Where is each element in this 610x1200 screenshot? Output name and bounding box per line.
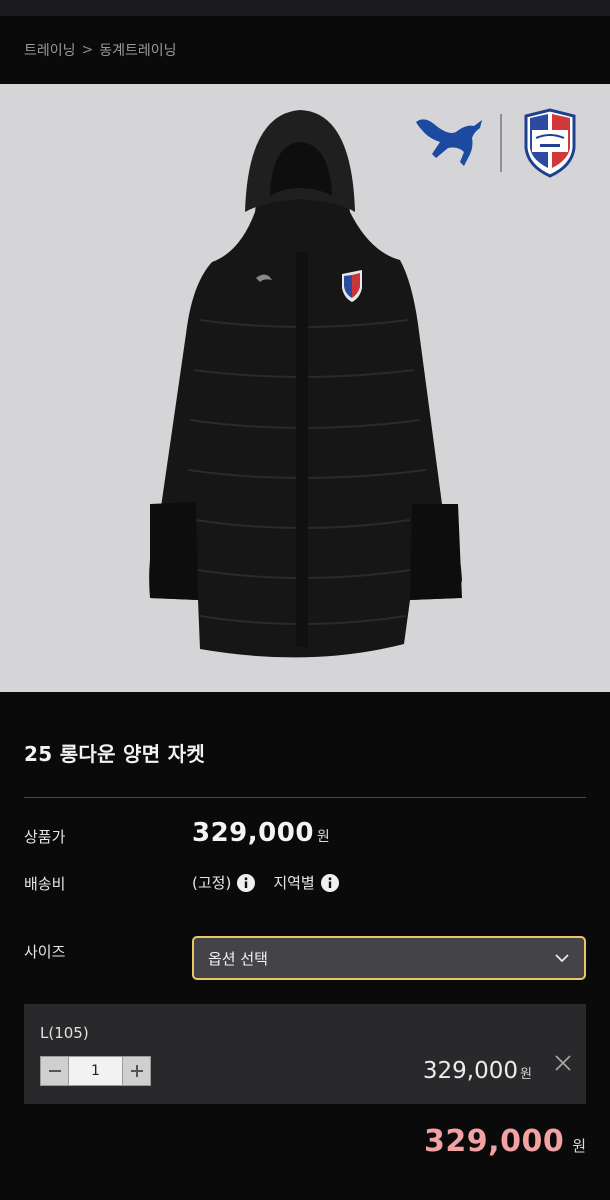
price-value: 329,000 [192, 818, 314, 848]
title-divider [24, 797, 586, 798]
size-select[interactable]: 옵션 선택 [192, 936, 586, 980]
minus-icon [48, 1070, 61, 1072]
option-price-unit: 원 [520, 1067, 532, 1082]
breadcrumb-separator: > [81, 42, 94, 58]
info-icon[interactable] [237, 873, 256, 892]
close-icon[interactable] [554, 1054, 572, 1072]
breadcrumb: 트레이닝 > 동계트레이닝 [24, 38, 177, 62]
size-select-value: 옵션 선택 [208, 949, 268, 968]
selected-option-price: 329,000 원 [423, 1058, 532, 1084]
shipping-regional-text: 지역별 [273, 874, 315, 892]
quantity-stepper: 1 [40, 1056, 151, 1086]
option-price-value: 329,000 [422, 1058, 519, 1084]
price-unit: 원 [316, 829, 330, 845]
total-price-unit: 원 [572, 1137, 586, 1155]
info-icon[interactable] [320, 873, 339, 892]
shipping-label: 배송비 [24, 875, 66, 893]
chevron-down-icon [555, 954, 569, 963]
logo-divider [500, 114, 502, 172]
top-status-bar [0, 0, 610, 16]
plus-icon [130, 1065, 143, 1077]
product-image [0, 84, 610, 692]
total-price-value: 329,000 [424, 1124, 565, 1159]
quantity-value[interactable]: 1 [69, 1057, 122, 1085]
jacket-illustration [149, 110, 462, 658]
price-label: 상품가 [24, 828, 66, 846]
shipping-info: (고정) 지역별 [192, 872, 357, 893]
size-label: 사이즈 [24, 943, 66, 961]
decrease-quantity-button[interactable] [41, 1057, 69, 1085]
product-title: 25 롱다운 양면 자켓 [24, 742, 206, 766]
product-price: 329,000 원 [192, 818, 330, 848]
shipping-fixed-text: (고정) [192, 874, 232, 892]
puma-logo [416, 119, 482, 166]
selected-option-card: L(105) 1 329,000 원 [24, 1004, 586, 1104]
breadcrumb-item-winter-training[interactable]: 동계트레이닝 [99, 40, 176, 60]
club-crest [524, 108, 576, 178]
breadcrumb-item-training[interactable]: 트레이닝 [24, 40, 76, 60]
selected-option-name: L(105) [40, 1024, 89, 1042]
increase-quantity-button[interactable] [122, 1057, 150, 1085]
total-price: 329,000 원 [424, 1124, 586, 1159]
